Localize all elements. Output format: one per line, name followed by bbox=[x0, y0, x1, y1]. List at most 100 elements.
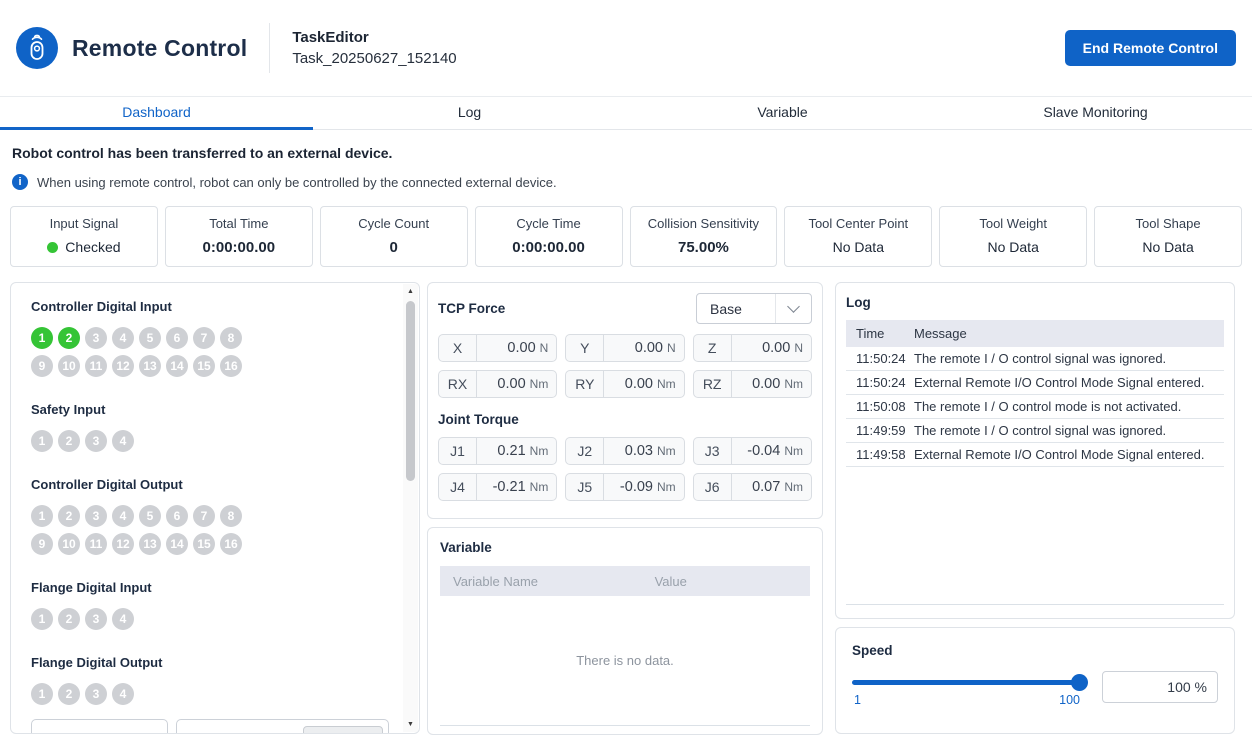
io-signal-indicator: 9 bbox=[31, 533, 53, 555]
scrollbar-thumb[interactable] bbox=[406, 301, 415, 481]
joint-torque-fields: J10.21NmJ20.03NmJ3-0.04NmJ4-0.21NmJ5-0.0… bbox=[438, 437, 812, 501]
field-label: J4 bbox=[439, 474, 477, 500]
stat-value: No Data bbox=[1099, 239, 1237, 255]
io-section-title: Controller Digital Input bbox=[31, 299, 399, 314]
readout-field: RZ0.00Nm bbox=[693, 370, 812, 398]
io-signal-indicator: 10 bbox=[58, 533, 80, 555]
log-row: 11:49:59The remote I / O control signal … bbox=[846, 419, 1224, 443]
tcp-force-header: TCP Force Base bbox=[438, 293, 812, 324]
stat-value: Checked bbox=[15, 239, 153, 255]
log-message-column: Message bbox=[910, 326, 1224, 341]
io-signal-indicator: 12 bbox=[112, 355, 134, 377]
notice-info-text: When using remote control, robot can onl… bbox=[37, 175, 557, 190]
io-panel-scrollbar[interactable]: ▲ ▼ bbox=[403, 284, 418, 732]
dashboard-main: Controller Digital Input1234567891011121… bbox=[10, 282, 1242, 735]
io-section-title: Flange Digital Output bbox=[31, 655, 399, 670]
io-signal-indicator: 15 bbox=[193, 355, 215, 377]
tab-variable[interactable]: Variable bbox=[626, 97, 939, 130]
readout-field: J4-0.21Nm bbox=[438, 473, 557, 501]
io-signal-indicator: 7 bbox=[193, 327, 215, 349]
io-signal-indicator: 4 bbox=[112, 327, 134, 349]
stat-label: Tool Center Point bbox=[789, 216, 927, 231]
variable-empty-text: There is no data. bbox=[576, 653, 674, 668]
io-edit-button[interactable] bbox=[303, 726, 383, 734]
header-divider bbox=[269, 23, 270, 73]
io-signal-indicator: 5 bbox=[139, 327, 161, 349]
readout-field: Z0.00N bbox=[693, 334, 812, 362]
io-signal-indicator: 6 bbox=[166, 505, 188, 527]
variable-table-body: There is no data. bbox=[440, 596, 810, 726]
stat-value: 0 bbox=[325, 239, 463, 256]
tab-dashboard[interactable]: Dashboard bbox=[0, 97, 313, 130]
log-row-time: 11:49:58 bbox=[846, 447, 910, 462]
io-signal-indicator: 3 bbox=[85, 608, 107, 630]
io-signal-indicator: 9 bbox=[31, 355, 53, 377]
io-signal-indicator: 4 bbox=[112, 608, 134, 630]
io-signal-indicator: 3 bbox=[85, 683, 107, 705]
readout-field: RX0.00Nm bbox=[438, 370, 557, 398]
readout-field: X0.00N bbox=[438, 334, 557, 362]
log-row: 11:50:24External Remote I/O Control Mode… bbox=[846, 371, 1224, 395]
stat-label: Cycle Count bbox=[325, 216, 463, 231]
speed-min-label: 1 bbox=[854, 693, 861, 707]
log-row: 11:50:24The remote I / O control signal … bbox=[846, 347, 1224, 371]
io-signal-indicator: 1 bbox=[31, 608, 53, 630]
io-signal-indicator: 7 bbox=[193, 505, 215, 527]
scroll-up-icon[interactable]: ▲ bbox=[403, 284, 418, 299]
speed-value-input[interactable]: 100 % bbox=[1102, 671, 1218, 703]
log-row: 11:49:58External Remote I/O Control Mode… bbox=[846, 443, 1224, 467]
speed-max-label: 100 bbox=[1059, 693, 1080, 707]
stat-label: Cycle Time bbox=[480, 216, 618, 231]
log-row-message: External Remote I/O Control Mode Signal … bbox=[910, 447, 1224, 462]
speed-slider-track[interactable] bbox=[852, 680, 1086, 685]
log-row-time: 11:50:24 bbox=[846, 351, 910, 366]
stat-card: Cycle Count 0 bbox=[320, 206, 468, 267]
io-signal-indicator: 4 bbox=[112, 683, 134, 705]
io-edit-field-2[interactable] bbox=[176, 719, 389, 734]
reference-frame-select[interactable]: Base bbox=[696, 293, 812, 324]
stat-card: Tool WeightNo Data bbox=[939, 206, 1087, 267]
readout-field: J20.03Nm bbox=[565, 437, 684, 465]
log-title: Log bbox=[846, 295, 1224, 310]
tab-slave-monitoring[interactable]: Slave Monitoring bbox=[939, 97, 1252, 130]
field-value: -0.04Nm bbox=[732, 438, 811, 464]
io-signal-indicator: 13 bbox=[139, 355, 161, 377]
stat-card: Total Time0:00:00.00 bbox=[165, 206, 313, 267]
io-section: Controller Digital Input1234567891011121… bbox=[31, 299, 399, 377]
io-signal-indicator: 14 bbox=[166, 533, 188, 555]
io-edit-field-1[interactable] bbox=[31, 719, 168, 734]
tab-log[interactable]: Log bbox=[313, 97, 626, 130]
io-section: Controller Digital Output123456789101112… bbox=[31, 477, 399, 555]
field-label: RZ bbox=[694, 371, 732, 397]
io-signal-indicator: 8 bbox=[220, 505, 242, 527]
io-signal-indicator: 1 bbox=[31, 430, 53, 452]
log-row-message: External Remote I/O Control Mode Signal … bbox=[910, 375, 1224, 390]
log-table: Time Message 11:50:24The remote I / O co… bbox=[846, 320, 1224, 605]
stat-card: Collision Sensitivity75.00% bbox=[630, 206, 778, 267]
io-section-title: Safety Input bbox=[31, 402, 399, 417]
io-signal-indicator: 3 bbox=[85, 505, 107, 527]
stat-value: No Data bbox=[789, 239, 927, 255]
variable-panel: Variable Variable Name Value There is no… bbox=[427, 527, 823, 735]
end-remote-control-button[interactable]: End Remote Control bbox=[1065, 30, 1236, 66]
speed-row: 1 100 100 % bbox=[852, 671, 1218, 707]
stat-label: Input Signal bbox=[15, 216, 153, 231]
log-row-time: 11:49:59 bbox=[846, 423, 910, 438]
stats-row: Input SignalCheckedTotal Time0:00:00.00C… bbox=[10, 206, 1242, 267]
right-column: Log Time Message 11:50:24The remote I / … bbox=[835, 282, 1235, 734]
speed-slider-thumb[interactable] bbox=[1071, 674, 1088, 691]
middle-column: TCP Force Base X0.00NY0.00NZ0.00NRX0.00N… bbox=[427, 282, 823, 735]
scroll-down-icon[interactable]: ▼ bbox=[403, 717, 418, 732]
field-label: X bbox=[439, 335, 477, 361]
io-signal-indicator: 2 bbox=[58, 505, 80, 527]
field-value: -0.09Nm bbox=[604, 474, 683, 500]
stat-card: Tool ShapeNo Data bbox=[1094, 206, 1242, 267]
speed-slider[interactable]: 1 100 bbox=[852, 671, 1086, 707]
field-value: 0.00Nm bbox=[477, 371, 556, 397]
io-section: Flange Digital Input1234 bbox=[31, 580, 399, 630]
variable-table-header: Variable Name Value bbox=[440, 566, 810, 596]
task-name: Task_20250627_152140 bbox=[292, 50, 456, 67]
field-label: J3 bbox=[694, 438, 732, 464]
io-section: Flange Digital Output1234 bbox=[31, 655, 399, 705]
variable-name-column: Variable Name bbox=[440, 574, 655, 589]
